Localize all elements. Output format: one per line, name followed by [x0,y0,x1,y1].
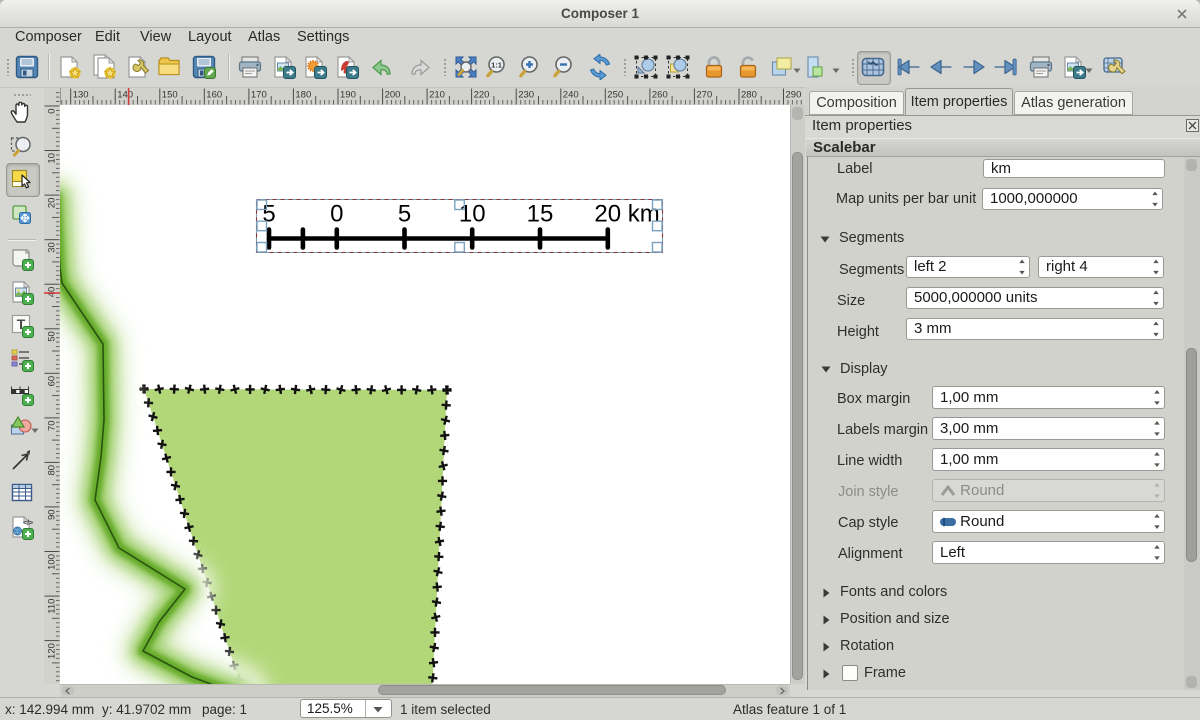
svg-text:30: 30 [47,242,58,253]
svg-text:90: 90 [47,509,58,520]
svg-text:110: 110 [47,599,58,614]
svg-text:0: 0 [47,109,58,114]
svg-text:10: 10 [47,153,58,164]
svg-text:140: 140 [117,90,133,101]
svg-text:160: 160 [206,90,222,101]
svg-text:70: 70 [47,420,58,431]
svg-text:190: 190 [340,90,356,101]
svg-text:60: 60 [47,376,58,387]
svg-text:120: 120 [47,643,58,659]
svg-text:15: 15 [527,201,554,228]
svg-text:150: 150 [162,90,178,101]
svg-text:20: 20 [47,198,58,209]
svg-text:250: 250 [607,90,623,101]
svg-text:200: 200 [385,90,401,101]
svg-text:230: 230 [518,90,534,101]
svg-text:290: 290 [786,90,802,101]
svg-text:220: 220 [474,90,490,101]
svg-text:170: 170 [251,90,267,101]
svg-text:5: 5 [398,201,411,228]
svg-text:0: 0 [330,201,343,228]
svg-text:1:1: 1:1 [491,61,502,70]
svg-text:80: 80 [47,465,58,476]
svg-text:280: 280 [741,90,757,101]
svg-text:270: 270 [696,90,712,101]
svg-text:</>: </> [23,520,33,527]
svg-text:130: 130 [73,90,89,101]
svg-text:40: 40 [47,287,58,298]
svg-text:20 km: 20 km [594,201,659,228]
svg-text:210: 210 [429,90,445,101]
svg-text:240: 240 [563,90,579,101]
svg-text:100: 100 [47,554,58,570]
svg-text:50: 50 [47,331,58,342]
svg-text:180: 180 [295,90,311,101]
svg-text:260: 260 [652,90,668,101]
